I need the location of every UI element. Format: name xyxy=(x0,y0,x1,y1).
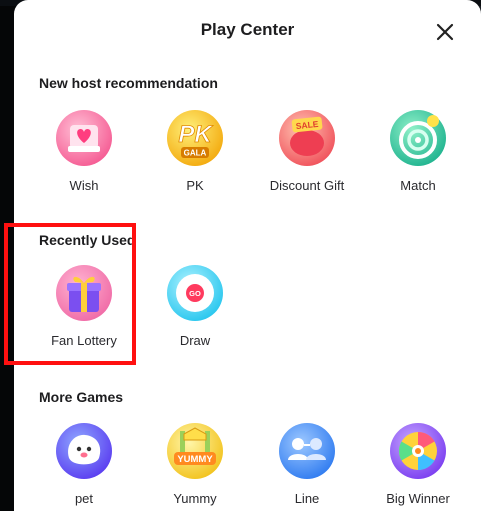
pk-text: PK xyxy=(178,121,213,148)
tile-label: Big Winner xyxy=(386,491,450,506)
tile-label: Line xyxy=(294,491,320,506)
gala-text: GALA xyxy=(184,149,207,158)
wheel-icon xyxy=(390,423,446,479)
tile-label: Match xyxy=(400,178,436,193)
wish-icon xyxy=(56,110,112,166)
section-title-more-games: More Games xyxy=(39,389,124,405)
tile-label: Fan Lottery xyxy=(51,333,117,348)
yummy-icon: YUMMY xyxy=(167,423,223,479)
game-tile-wish[interactable]: Wish xyxy=(29,109,139,193)
sale-gift-icon: SALE xyxy=(279,110,335,166)
match-icon xyxy=(390,110,446,166)
tile-label: Yummy xyxy=(173,491,217,506)
sheet-title: Play Center xyxy=(200,20,295,39)
tile-label: Discount Gift xyxy=(269,178,345,193)
tile-label: PK xyxy=(186,178,204,193)
game-tile-fan-lottery[interactable]: Fan Lottery xyxy=(29,264,139,348)
pk-gala-icon: PK GALA xyxy=(167,110,223,166)
yummy-text: YUMMY xyxy=(177,454,213,465)
game-tile-match[interactable]: Match xyxy=(363,109,473,193)
close-button[interactable] xyxy=(431,18,459,46)
line-icon xyxy=(279,423,335,479)
game-tile-draw[interactable]: GO Draw xyxy=(140,264,250,348)
tile-label: Wish xyxy=(69,178,99,193)
pet-icon xyxy=(56,423,112,479)
go-text: GO xyxy=(189,289,201,298)
draw-go-icon: GO xyxy=(167,265,223,321)
gift-box-icon xyxy=(56,265,112,321)
game-tile-line[interactable]: Line xyxy=(252,422,362,506)
tile-label: Draw xyxy=(179,333,211,348)
game-tile-pet[interactable]: pet xyxy=(29,422,139,506)
game-tile-big-winner[interactable]: Big Winner xyxy=(363,422,473,506)
game-tile-discount-gift[interactable]: SALE Discount Gift xyxy=(252,109,362,193)
section-title-recently-used: Recently Used xyxy=(39,232,136,248)
play-center-sheet: Play Center New host recommendation Wish… xyxy=(14,0,481,511)
close-icon xyxy=(436,23,454,41)
section-title-new-host: New host recommendation xyxy=(39,75,218,91)
game-tile-yummy[interactable]: YUMMY Yummy xyxy=(140,422,250,506)
game-tile-pk[interactable]: PK GALA PK xyxy=(140,109,250,193)
tile-label: pet xyxy=(74,491,94,506)
